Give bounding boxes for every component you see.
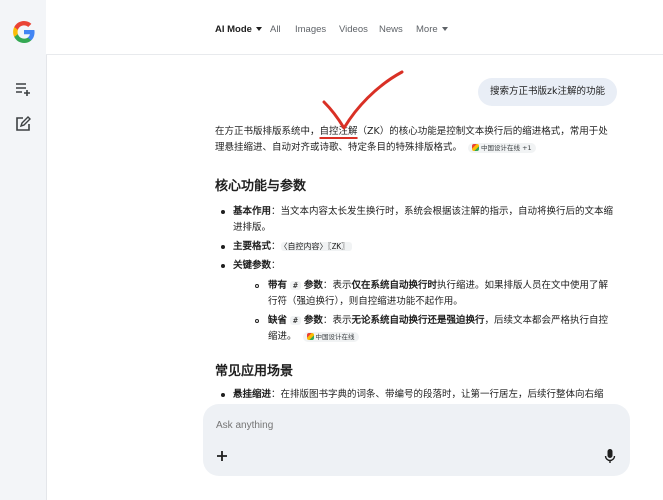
tab-all[interactable]: All <box>270 24 281 35</box>
format-code: 〈自控内容〉〖ZK〗 <box>280 242 353 251</box>
top-nav: AI Mode All Images Videos News More <box>46 0 663 55</box>
citation-chip[interactable]: 中国设计在线 <box>302 331 359 342</box>
source-favicon-icon <box>472 143 480 151</box>
chevron-down-icon <box>255 27 262 32</box>
list-item: 缺省 # 参数：表示无论系统自动换行还是强迫换行，后续文本都会严格执行自控缩进。… <box>233 313 615 345</box>
intro-paragraph: 在方正书版排版系统中，自控注解（ZK）的核心功能是控制文本换行后的缩进格式，常用… <box>215 124 615 156</box>
tab-news[interactable]: News <box>379 24 403 35</box>
source-favicon-icon <box>306 332 314 340</box>
new-chat-list-icon[interactable] <box>14 80 32 98</box>
list-item: 主要格式： 〈自控内容〉〖ZK〗 <box>215 239 615 255</box>
scenario-list: 悬挂缩进：在排版图书字典的词条、带编号的段落时，让第一行居左，后续行整体向右缩 <box>215 387 615 403</box>
google-logo-icon[interactable] <box>12 20 36 44</box>
user-query-bubble: 搜索方正书版zk注解的功能 <box>478 78 617 106</box>
tab-videos[interactable]: Videos <box>339 24 368 35</box>
mic-icon[interactable] <box>604 448 616 464</box>
chevron-down-icon <box>441 27 448 32</box>
section-heading: 核心功能与参数 <box>215 179 307 194</box>
citation-chip[interactable]: 中国设计在线 +1 <box>468 142 536 153</box>
tab-more[interactable]: More <box>416 24 448 35</box>
tab-ai-mode[interactable]: AI Mode <box>215 24 262 35</box>
ask-bar <box>203 404 630 476</box>
list-item: 基本作用：当文本内容太长发生换行时，系统会根据该注解的指示，自动将换行后的文本缩… <box>215 204 615 236</box>
ask-input[interactable] <box>216 420 576 431</box>
section-heading: 常见应用场景 <box>215 364 294 379</box>
plus-icon[interactable] <box>215 448 229 462</box>
param-list: 带有 # 参数：表示仅在系统自动换行时执行缩进。如果排版人员在文中使用了解行符（… <box>233 278 615 345</box>
list-item: 悬挂缩进：在排版图书字典的词条、带编号的段落时，让第一行居左，后续行整体向右缩 <box>215 387 615 403</box>
intro-text: 在方正书版排版系统中， <box>215 126 320 137</box>
list-item: 关键参数： 带有 # 参数：表示仅在系统自动换行时执行缩进。如果排版人员在文中使… <box>215 258 615 345</box>
list-item: 带有 # 参数：表示仅在系统自动换行时执行缩进。如果排版人员在文中使用了解行符（… <box>233 278 615 310</box>
answer-content: 在方正书版排版系统中，自控注解（ZK）的核心功能是控制文本换行后的缩进格式，常用… <box>215 124 615 403</box>
edit-icon[interactable] <box>14 115 32 133</box>
feature-list: 基本作用：当文本内容太长发生换行时，系统会根据该注解的指示，自动将换行后的文本缩… <box>215 204 615 345</box>
tab-images[interactable]: Images <box>295 24 326 35</box>
left-rail <box>0 0 47 500</box>
intro-highlight: 自控注解 <box>319 126 358 137</box>
